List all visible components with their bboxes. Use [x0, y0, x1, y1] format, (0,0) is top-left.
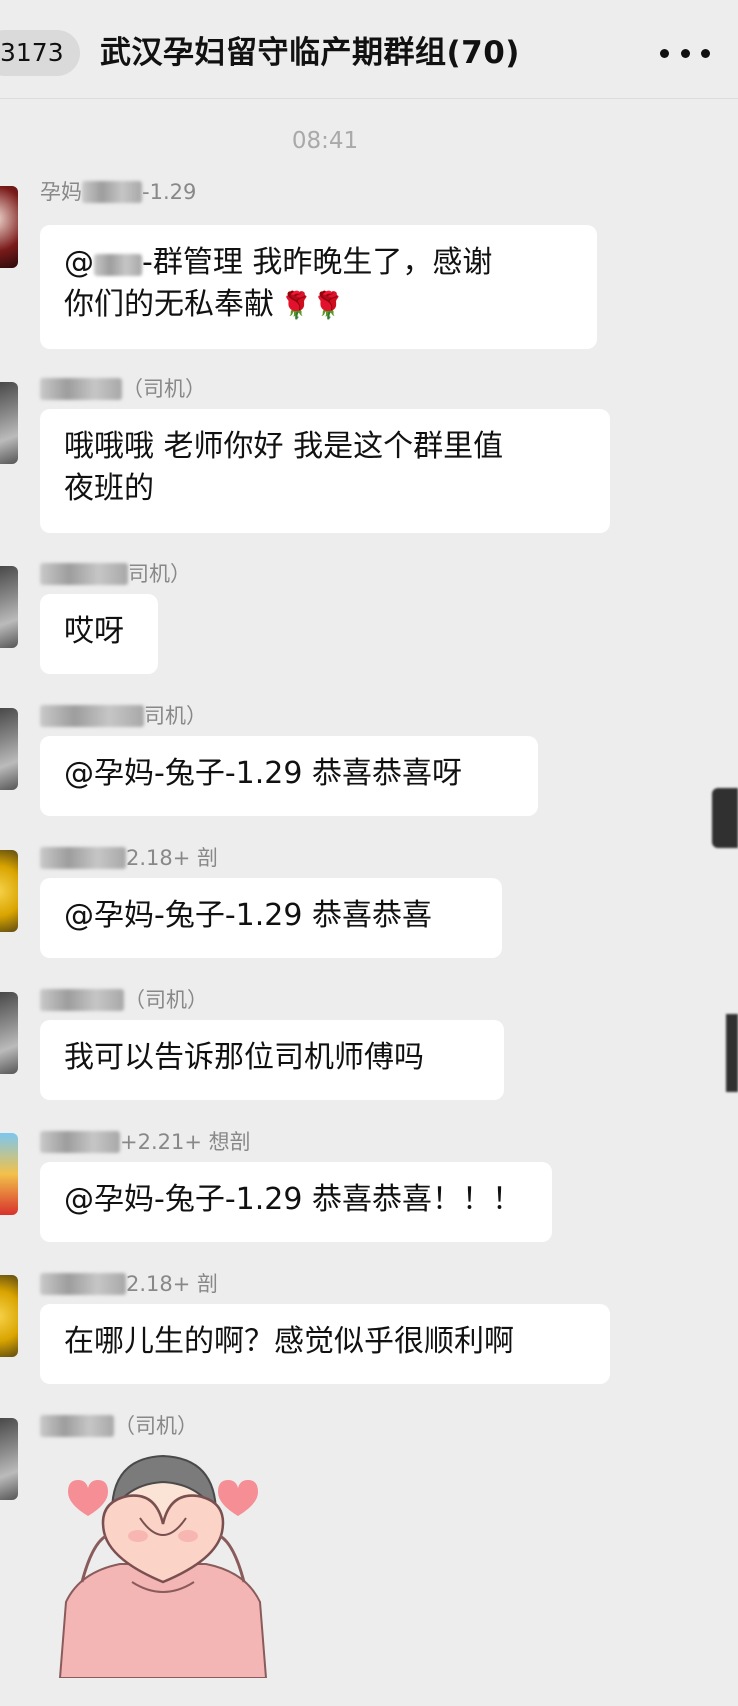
message-bubble[interactable]: 在哪儿生的啊？感觉似乎很顺利啊	[40, 1304, 610, 1384]
rose-emoji: 🌹🌹	[280, 291, 345, 321]
avatar[interactable]	[0, 850, 18, 932]
edge-artifact	[726, 1014, 738, 1092]
avatar[interactable]	[0, 566, 18, 648]
chat-title: 武汉孕妇留守临产期群组(70)	[100, 35, 520, 71]
message-bubble[interactable]: 哦哦哦 老师你好 我是这个群里值 夜班的	[40, 409, 610, 533]
message-bubble[interactable]: @ -群管理 我昨晚生了，感谢 你们的无私奉献 🌹🌹	[40, 225, 597, 349]
sender-name: 2.18+ 剖	[40, 1268, 218, 1298]
avatar[interactable]	[0, 992, 18, 1074]
message-bubble[interactable]: @孕妈-兔子-1.29 恭喜恭喜呀	[40, 736, 538, 816]
avatar[interactable]	[0, 1133, 18, 1215]
more-icon[interactable]	[660, 38, 710, 68]
avatar[interactable]	[0, 1418, 18, 1500]
sender-name: 司机）	[40, 700, 207, 730]
heart-hands-sticker[interactable]	[40, 1432, 286, 1678]
sender-name: （司机）	[40, 984, 208, 1014]
avatar[interactable]	[0, 382, 18, 464]
sender-name: （司机）	[40, 373, 206, 403]
chat-header: 3173 武汉孕妇留守临产期群组(70)	[0, 0, 738, 99]
timestamp: 08:41	[291, 128, 359, 154]
message-bubble[interactable]: @孕妈-兔子-1.29 恭喜恭喜	[40, 878, 502, 958]
avatar[interactable]	[0, 1275, 18, 1357]
back-button-unread-count[interactable]: 3173	[0, 30, 80, 76]
message-bubble[interactable]: 我可以告诉那位司机师傅吗	[40, 1020, 504, 1100]
edge-artifact	[712, 788, 738, 848]
message-bubble[interactable]: @孕妈-兔子-1.29 恭喜恭喜！！！	[40, 1162, 552, 1242]
sender-name: 孕妈 -1.29	[40, 180, 197, 204]
sender-name: +2.21+ 想剖	[40, 1126, 251, 1156]
sender-name: 2.18+ 剖	[40, 842, 218, 872]
avatar[interactable]	[0, 708, 18, 790]
avatar[interactable]	[0, 186, 18, 268]
message-bubble[interactable]: 哎呀	[40, 594, 158, 674]
sender-name: 司机）	[40, 558, 191, 588]
